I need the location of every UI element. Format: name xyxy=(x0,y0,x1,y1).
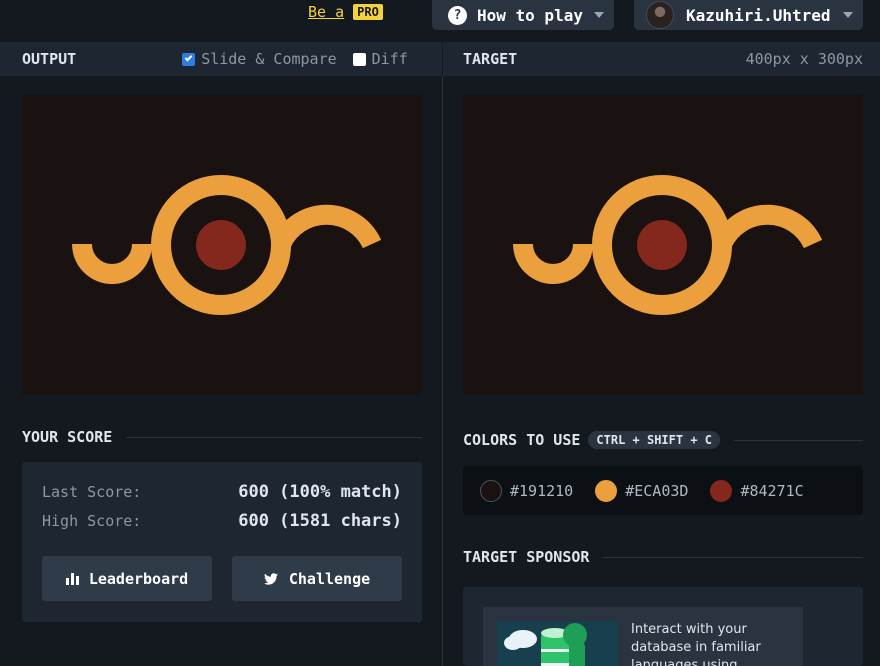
be-pro-link[interactable]: Be a PRO xyxy=(308,2,383,22)
challenge-button[interactable]: Challenge xyxy=(232,556,402,601)
color-hex[interactable]: #84271C xyxy=(740,482,803,500)
sponsor-title: TARGET SPONSOR xyxy=(463,548,590,566)
challenge-label: Challenge xyxy=(288,569,371,588)
target-drawing xyxy=(513,175,823,315)
question-circle-icon: ? xyxy=(448,5,467,25)
last-score-row: Last Score: 600 (100% match) xyxy=(42,482,402,502)
last-score-label: Last Score: xyxy=(42,483,142,501)
chevron-down-icon xyxy=(594,12,604,18)
user-menu-button[interactable]: Kazuhiri.Uhtred xyxy=(634,0,863,30)
colors-heading: COLORS TO USE CTRL + SHIFT + C xyxy=(463,431,863,449)
output-drawing xyxy=(72,175,382,315)
left-arc-shape xyxy=(72,243,152,284)
color-swatch[interactable] xyxy=(710,479,733,502)
leaderboard-label: Leaderboard xyxy=(88,569,189,588)
colors-title: COLORS TO USE xyxy=(463,431,581,449)
center-dot-shape xyxy=(196,220,246,270)
twitter-icon xyxy=(263,572,278,585)
center-dot-shape xyxy=(637,220,687,270)
bar-chart-icon xyxy=(65,572,79,585)
output-panel-header: OUTPUT Slide & Compare Diff xyxy=(0,42,442,76)
high-score-label: High Score: xyxy=(42,512,142,530)
leaderboard-button[interactable]: Leaderboard xyxy=(42,556,212,601)
username: Kazuhiri.Uhtred xyxy=(686,5,831,25)
sponsor-ad-text[interactable]: Interact with your database in familiar … xyxy=(631,621,791,666)
section-rule xyxy=(603,556,863,558)
right-arc-shape xyxy=(271,204,382,249)
avatar xyxy=(646,1,674,29)
diff-label: Diff xyxy=(371,50,408,68)
checkbox-unchecked-icon[interactable] xyxy=(352,52,366,66)
section-rule xyxy=(734,439,863,441)
chevron-down-icon xyxy=(843,12,853,18)
right-arc-shape xyxy=(712,204,823,249)
last-score-value: 600 (100% match) xyxy=(238,482,402,502)
target-dimensions: 400px x 300px xyxy=(745,50,863,68)
sponsor-ad-card[interactable]: Interact with your database in familiar … xyxy=(483,607,803,666)
high-score-value: 600 (1581 chars) xyxy=(238,511,402,531)
target-panel-header: TARGET 400px x 300px xyxy=(443,42,880,76)
section-rule xyxy=(126,436,422,438)
database-illustration-icon xyxy=(497,621,617,666)
output-canvas[interactable] xyxy=(22,95,422,395)
output-title: OUTPUT xyxy=(22,50,77,68)
panel-divider xyxy=(442,76,443,666)
how-to-play-button[interactable]: ? How to play xyxy=(432,0,614,30)
sponsor-ad-image[interactable] xyxy=(497,621,617,666)
your-score-heading: YOUR SCORE xyxy=(22,428,422,446)
color-chip[interactable]: #ECA03D xyxy=(595,479,688,502)
color-hex[interactable]: #191210 xyxy=(510,482,573,500)
slide-compare-label: Slide & Compare xyxy=(201,50,337,68)
color-palette: #191210 #ECA03D #84271C xyxy=(463,466,863,515)
color-hex[interactable]: #ECA03D xyxy=(625,482,688,500)
color-chip[interactable]: #191210 xyxy=(480,479,573,502)
be-a-text[interactable]: Be a xyxy=(308,3,344,21)
sponsor-heading: TARGET SPONSOR xyxy=(463,548,863,566)
pro-badge[interactable]: PRO xyxy=(353,4,383,20)
diff-checkbox[interactable]: Diff xyxy=(352,50,408,68)
shortcut-badge: CTRL + SHIFT + C xyxy=(588,431,720,449)
how-to-play-label: How to play xyxy=(477,5,583,25)
sponsor-box: Interact with your database in familiar … xyxy=(463,587,863,666)
target-title: TARGET xyxy=(463,50,518,68)
color-chip[interactable]: #84271C xyxy=(710,479,804,502)
high-score-row: High Score: 600 (1581 chars) xyxy=(42,511,402,531)
slide-compare-checkbox[interactable]: Slide & Compare xyxy=(182,50,337,68)
color-swatch[interactable] xyxy=(595,479,618,502)
top-bar: Be a PRO ? How to play Kazuhiri.Uhtred xyxy=(0,0,880,42)
color-swatch[interactable] xyxy=(480,479,502,502)
left-arc-shape xyxy=(513,243,593,284)
checkbox-checked-icon[interactable] xyxy=(182,52,196,66)
score-box: Last Score: 600 (100% match) High Score:… xyxy=(22,462,422,622)
your-score-title: YOUR SCORE xyxy=(22,428,113,446)
target-canvas xyxy=(463,95,863,395)
